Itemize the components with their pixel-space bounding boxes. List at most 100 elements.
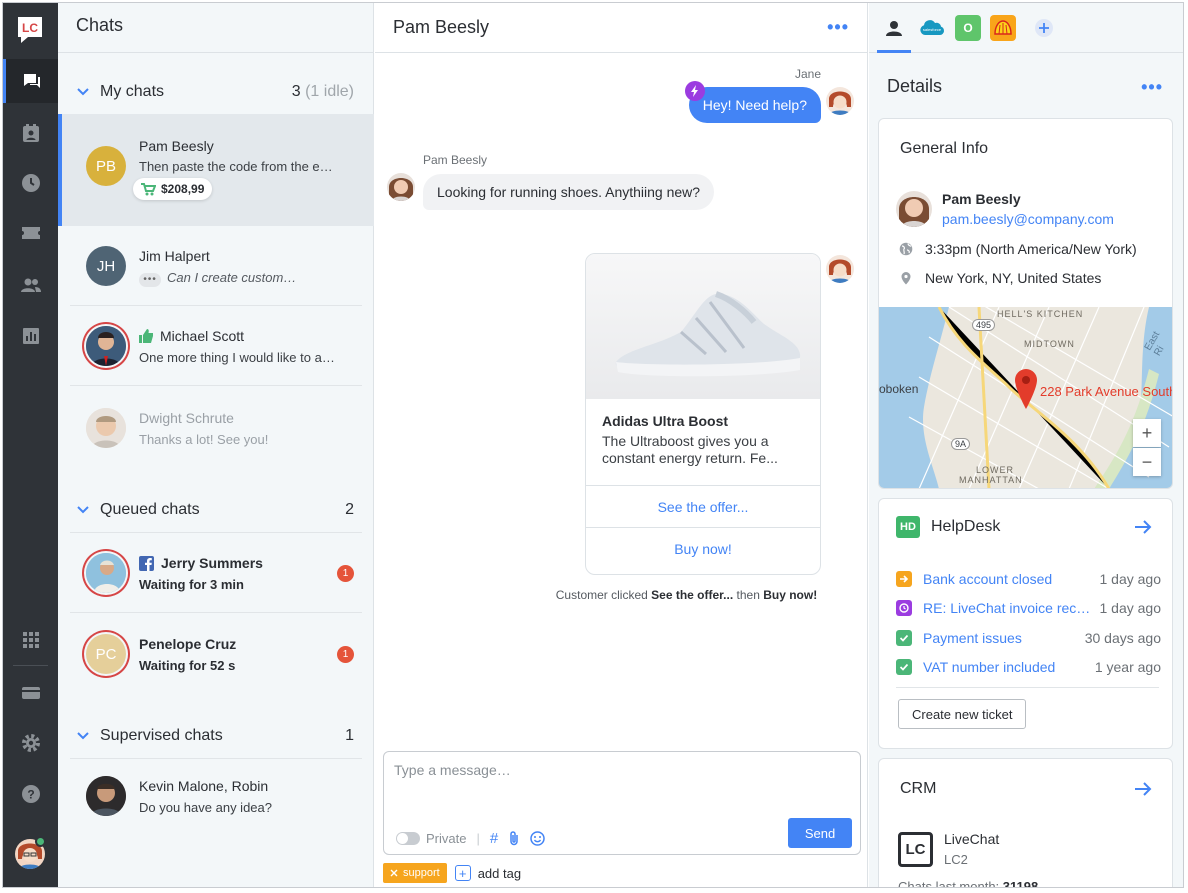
chat-item-jerry-summers[interactable]: Jerry Summers Waiting for 3 min 1 <box>58 533 374 613</box>
nav-apps[interactable] <box>3 618 58 662</box>
avatar <box>86 326 126 366</box>
ticket-row[interactable]: Payment issues 30 days ago <box>896 630 1161 646</box>
location-map[interactable]: HELL'S KITCHEN MIDTOWN oboken LOWER MANH… <box>879 307 1172 488</box>
settings-icon <box>21 734 40 752</box>
tab-app-o[interactable]: O <box>955 15 981 41</box>
helpdesk-panel: HD HelpDesk Bank account closed 1 day ag… <box>878 498 1173 749</box>
section-queued-chats[interactable]: Queued chats 2 <box>58 490 374 530</box>
chat-item-penelope-cruz[interactable]: PC Penelope Cruz Waiting for 52 s 1 <box>58 614 374 694</box>
more-options-icon[interactable]: ••• <box>1141 77 1163 98</box>
tickets-icon <box>21 227 40 239</box>
section-title: My chats <box>100 83 165 100</box>
shell-icon <box>994 20 1012 35</box>
add-tag-label[interactable]: add tag <box>478 866 521 881</box>
livechat-logo[interactable]: LC <box>16 15 44 45</box>
map-label: 9A <box>951 438 971 450</box>
customer-email-link[interactable]: pam.beesly@company.com <box>942 211 1114 227</box>
conversation-panel: Pam Beesly ••• Jane Hey! Need help? Pam … <box>375 3 868 887</box>
tag-chip[interactable]: support <box>383 863 447 883</box>
app-o-icon: O <box>963 21 973 35</box>
see-offer-button[interactable]: See the offer... <box>586 485 820 527</box>
map-label: 495 <box>972 319 996 331</box>
ticket-link[interactable]: Payment issues <box>923 630 1077 646</box>
composer-tools: Private | # <box>396 830 545 847</box>
agent-avatar-small <box>826 87 854 115</box>
section-title: Queued chats <box>100 501 200 518</box>
section-my-chats[interactable]: My chats 3 (1 idle) <box>58 72 374 112</box>
tab-salesforce[interactable]: salesforce <box>919 15 945 41</box>
crm-panel: CRM LC LiveChat LC2 Chats last month: 31… <box>878 758 1173 887</box>
thumbs-up-icon <box>139 329 153 343</box>
chat-name: Jerry Summers <box>139 555 263 571</box>
ticket-row[interactable]: VAT number included 1 year ago <box>896 659 1161 675</box>
chats-panel: Chats My chats 3 (1 idle) PB Pam Beesly … <box>58 3 374 887</box>
ticket-link[interactable]: RE: LiveChat invoice rece… <box>923 600 1092 616</box>
map-zoom-out-button[interactable]: − <box>1133 448 1161 476</box>
map-label: MANHATTAN <box>959 475 1023 485</box>
arrow-right-icon[interactable] <box>1134 781 1152 797</box>
message-input[interactable] <box>394 762 850 812</box>
avatar: PB <box>86 146 126 186</box>
section-count: 3 (1 idle) <box>291 83 354 100</box>
svg-text:salesforce: salesforce <box>923 27 942 32</box>
emoji-icon[interactable] <box>530 831 545 846</box>
chat-item-dwight-schrute[interactable]: Dwight Schrute Thanks a lot! See you! <box>58 388 374 468</box>
ticket-time: 1 year ago <box>1094 659 1161 675</box>
nav-analytics[interactable] <box>3 314 58 358</box>
customer-message-bubble: Looking for running shoes. Anythiing new… <box>423 174 715 210</box>
chat-item-pam-beesly[interactable]: PB Pam Beesly Then paste the code from t… <box>58 114 374 226</box>
chat-item-kevin-malone[interactable]: Kevin Malone, Robin Do you have any idea… <box>58 756 374 836</box>
nav-customers[interactable] <box>3 263 58 307</box>
nav-archive[interactable] <box>3 161 58 205</box>
cart-icon <box>141 182 156 195</box>
hashtag-icon[interactable]: # <box>490 830 498 847</box>
section-supervised-chats[interactable]: Supervised chats 1 <box>58 716 374 756</box>
check-icon <box>896 630 912 646</box>
send-button[interactable]: Send <box>788 818 852 848</box>
tag-bar: support + add tag <box>383 863 521 883</box>
chat-name: Kevin Malone, Robin <box>139 778 269 794</box>
rail-divider <box>13 665 48 666</box>
product-card: Adidas Ultra Boost The Ultraboost gives … <box>585 253 821 575</box>
attachment-icon[interactable] <box>508 831 520 846</box>
map-pin-icon <box>1015 369 1037 409</box>
helpdesk-logo: HD <box>896 516 920 538</box>
ticket-row[interactable]: RE: LiveChat invoice rece… 1 day ago <box>896 600 1161 616</box>
more-options-icon[interactable]: ••• <box>827 17 849 38</box>
chat-name: Penelope Cruz <box>139 636 237 652</box>
system-event-message: Customer clicked See the offer... then B… <box>555 588 818 602</box>
nav-chats[interactable] <box>3 59 58 103</box>
nav-help[interactable]: ? <box>3 772 58 816</box>
ticket-link[interactable]: Bank account closed <box>923 571 1092 587</box>
ticket-link[interactable]: VAT number included <box>923 659 1087 675</box>
ticket-row[interactable]: Bank account closed 1 day ago <box>896 571 1161 587</box>
create-ticket-button[interactable]: Create new ticket <box>898 699 1027 729</box>
chat-item-jim-halpert[interactable]: JH Jim Halpert ••• Can I create custom… <box>58 226 374 306</box>
chat-item-michael-scott[interactable]: Michael Scott One more thing I would lik… <box>58 306 374 386</box>
tab-customer[interactable] <box>881 15 907 41</box>
nav-reports[interactable] <box>3 111 58 155</box>
map-zoom-in-button[interactable]: + <box>1133 419 1161 447</box>
nav-tickets[interactable] <box>3 211 58 255</box>
private-toggle[interactable] <box>396 832 420 845</box>
crm-company-name: LiveChat <box>944 831 1000 847</box>
arrow-right-icon[interactable] <box>1134 519 1152 535</box>
unread-badge: 1 <box>337 565 354 582</box>
ticket-time: 1 day ago <box>1099 600 1162 616</box>
tab-add-app[interactable] <box>1031 15 1057 41</box>
tab-shell[interactable] <box>990 15 1016 41</box>
customers-icon <box>20 278 41 292</box>
add-tag-icon[interactable]: + <box>454 865 471 881</box>
nav-settings[interactable] <box>3 721 58 765</box>
add-icon <box>1035 19 1053 37</box>
map-label: LOWER <box>976 465 1015 475</box>
nav-rail: LC ? <box>3 3 58 887</box>
crm-company-logo: LC <box>898 832 933 867</box>
nav-billing[interactable] <box>3 671 58 715</box>
avatar <box>86 553 126 593</box>
buy-now-button[interactable]: Buy now! <box>586 527 820 569</box>
reports-icon <box>22 124 39 142</box>
remove-tag-icon[interactable] <box>390 869 398 877</box>
cart-value-pill: $208,99 <box>133 178 213 200</box>
details-title: Details <box>887 76 943 96</box>
